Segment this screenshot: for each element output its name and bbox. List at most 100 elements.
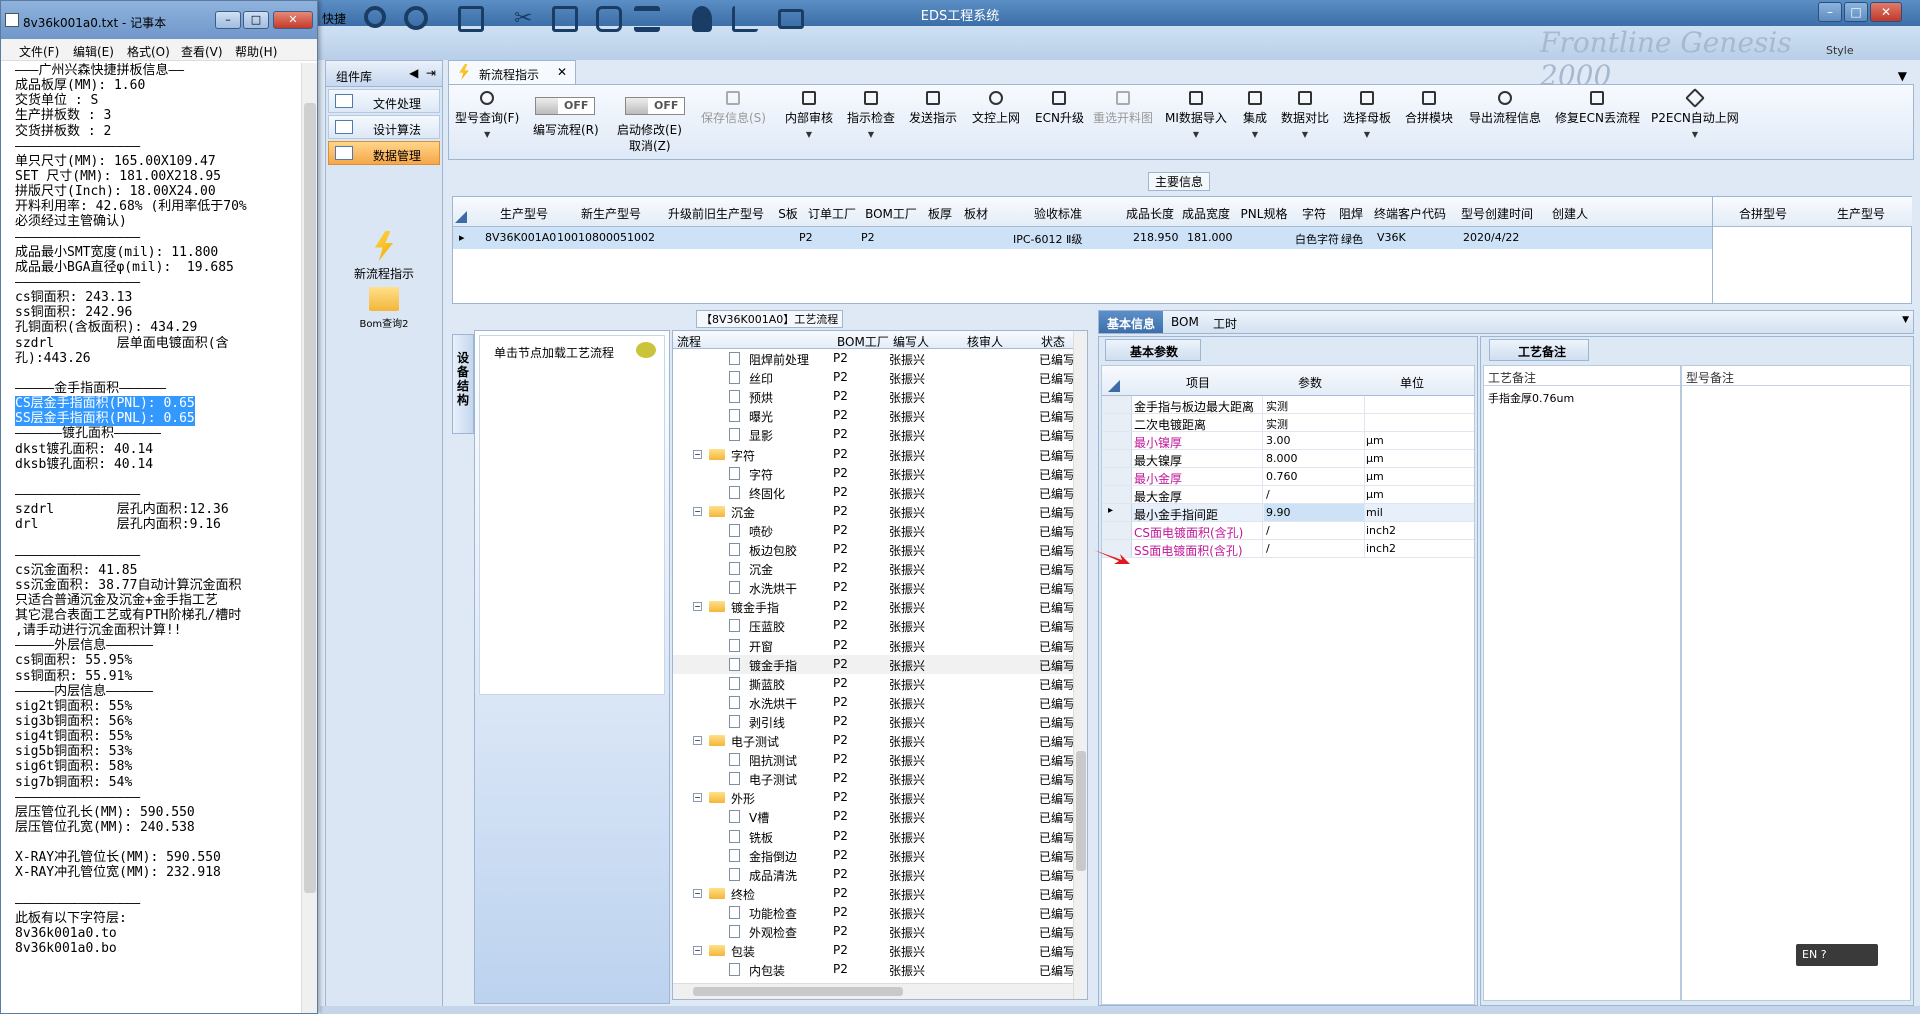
data-compare-button[interactable]: 数据对比 ▼ <box>1281 91 1329 139</box>
menu-view[interactable]: 查看(V) <box>181 43 223 60</box>
remark-text[interactable]: 手指金厚0.76um <box>1484 386 1680 410</box>
collapse-icon[interactable]: − <box>693 506 702 516</box>
film-icon[interactable] <box>552 6 578 32</box>
tree-row[interactable]: 撕蓝胶 P2 张振兴 已编写 <box>673 674 1075 693</box>
tree-row[interactable]: 外观检查 P2 张振兴 已编写 <box>673 922 1075 941</box>
column-header[interactable]: 单位 <box>1400 374 1424 391</box>
monitor-icon[interactable] <box>778 9 804 29</box>
param-row[interactable]: 最小金厚 0.760 μm <box>1102 468 1474 486</box>
library-item-file-processing[interactable]: 文件处理 <box>328 89 440 113</box>
column-header[interactable]: BOM工厂 <box>861 205 921 222</box>
menu-format[interactable]: 格式(O) <box>127 43 170 60</box>
tree-row[interactable]: − 包装 P2 张振兴 已编写 <box>673 941 1075 960</box>
search-icon[interactable] <box>364 6 386 28</box>
tree-row[interactable]: 开窗 P2 张振兴 已编写 <box>673 636 1075 655</box>
close-button[interactable]: ✕ <box>273 11 313 29</box>
tab-basic-info[interactable]: 基本信息 <box>1099 311 1164 333</box>
tree-row[interactable]: − 电子测试 P2 张振兴 已编写 <box>673 731 1075 750</box>
p2ecn-auto-online-button[interactable]: P2ECN自动上网 ▼ <box>1651 88 1739 139</box>
column-header[interactable]: 生产型号 <box>491 205 557 222</box>
collapse-icon[interactable]: − <box>693 736 702 745</box>
menu-help[interactable]: 帮助(H) <box>235 43 277 60</box>
tab-process-remarks[interactable]: 工艺备注 <box>1489 339 1589 361</box>
column-header[interactable]: 成品长度 <box>1123 205 1177 222</box>
tree-row[interactable]: 剥引线 P2 张振兴 已编写 <box>673 712 1075 731</box>
column-header[interactable]: 项目 <box>1186 374 1210 391</box>
chevron-down-icon[interactable]: ▼ <box>1902 315 1909 325</box>
start-edit-toggle[interactable]: OFF <box>625 97 685 115</box>
column-header[interactable]: S板 <box>771 205 805 222</box>
table-cell[interactable]: 8V36K001A0 <box>485 231 556 244</box>
column-header[interactable]: 新生产型号 <box>563 205 659 222</box>
tree-row[interactable]: − 字符 P2 张振兴 已编写 <box>673 445 1075 464</box>
collapse-icon[interactable]: − <box>693 602 702 612</box>
tree-row[interactable]: 内包装 P2 张振兴 已编写 <box>673 960 1075 979</box>
column-header[interactable]: 终端客户代码 <box>1369 205 1451 222</box>
column-header[interactable]: 编写人 <box>893 333 929 350</box>
row-header[interactable] <box>1102 432 1132 449</box>
tree-row[interactable]: 曝光 P2 张振兴 已编写 <box>673 406 1075 425</box>
param-value[interactable]: 实测 <box>1266 416 1288 432</box>
tree-row[interactable]: 终固化 P2 张振兴 已编写 <box>673 483 1075 502</box>
param-value[interactable]: 3.00 <box>1266 434 1291 447</box>
column-header[interactable]: 验收标准 <box>998 205 1118 222</box>
chevron-down-icon[interactable]: ▼ <box>1898 69 1907 83</box>
tab-basic-params[interactable]: 基本参数 <box>1105 339 1201 361</box>
mi-import-button[interactable]: MI数据导入 ▼ <box>1165 91 1227 139</box>
column-header[interactable]: 合拼型号 <box>1739 205 1787 222</box>
tree-row[interactable]: 沉金 P2 张振兴 已编写 <box>673 559 1075 578</box>
column-header[interactable]: 生产型号 <box>1837 205 1885 222</box>
param-value[interactable]: / <box>1266 488 1270 501</box>
row-header[interactable] <box>1102 396 1132 413</box>
model-query-button[interactable]: 型号查询(F) ▼ <box>455 91 519 139</box>
param-value[interactable]: 0.760 <box>1266 470 1298 483</box>
table-row[interactable]: ▸ 8V36K001A0 10010800051002 P2 P2 IPC-60… <box>453 227 1713 249</box>
select-mother-board-button[interactable]: 选择母板 ▼ <box>1343 91 1391 139</box>
param-row[interactable]: 金手指与板边最大距离 实测 <box>1102 396 1474 414</box>
param-value[interactable]: 8.000 <box>1266 452 1298 465</box>
column-header[interactable]: 参数 <box>1298 374 1322 391</box>
tree-row[interactable]: 阻焊前处理 P2 张振兴 已编写 <box>673 349 1075 368</box>
close-icon[interactable]: ✕ <box>557 65 567 79</box>
write-process-toggle[interactable]: OFF <box>535 97 595 115</box>
tool-bom-query[interactable]: Bom查询2 <box>326 287 442 330</box>
export-process-button[interactable]: 导出流程信息 <box>1469 91 1541 126</box>
column-header[interactable]: 型号创建时间 <box>1453 205 1541 222</box>
table-cell[interactable]: 白色字符 <box>1295 231 1339 247</box>
collapse-icon[interactable]: − <box>693 449 702 459</box>
param-value[interactable]: / <box>1266 542 1270 555</box>
horizontal-scrollbar[interactable] <box>673 983 1073 999</box>
table-cell[interactable]: 10010800051002 <box>557 231 655 244</box>
send-instruction-button[interactable]: 发送指示 <box>909 91 957 126</box>
row-header[interactable]: ▸ <box>1102 504 1132 521</box>
param-value[interactable]: 9.90 <box>1264 504 1364 521</box>
param-value[interactable]: 实测 <box>1266 398 1288 414</box>
tree-row[interactable]: − 终检 P2 张振兴 已编写 <box>673 884 1075 903</box>
param-value[interactable]: / <box>1266 524 1270 537</box>
row-header[interactable] <box>1102 486 1132 503</box>
column-header[interactable]: 流程 <box>677 333 701 350</box>
column-header[interactable]: 字符 <box>1295 205 1333 222</box>
maximize-button[interactable]: □ <box>1844 2 1868 22</box>
menu-file[interactable]: 文件(F) <box>19 43 59 60</box>
chart-icon[interactable] <box>732 6 758 32</box>
tree-row[interactable]: 喷砂 P2 张振兴 已编写 <box>673 521 1075 540</box>
table-cell[interactable]: P2 <box>861 231 875 244</box>
tab-work-hours[interactable]: 工时 <box>1205 311 1245 333</box>
model-remark-box[interactable]: 型号备注 <box>1681 365 1911 1001</box>
reselect-cutting-button[interactable]: 重选开料图 <box>1093 91 1153 126</box>
param-row[interactable]: 二次电镀距离 实测 <box>1102 414 1474 432</box>
tree-row[interactable]: 丝印 P2 张振兴 已编写 <box>673 368 1075 387</box>
user-icon[interactable] <box>692 6 712 32</box>
param-row[interactable]: ▸ 最小金手指间距 9.90 mil <box>1102 504 1474 522</box>
tree-row[interactable]: 铣板 P2 张振兴 已编写 <box>673 827 1075 846</box>
library-item-design-algorithm[interactable]: 设计算法 <box>328 115 440 139</box>
doc-control-online-button[interactable]: 文控上网 <box>972 91 1020 126</box>
ime-indicator[interactable]: EN ? <box>1796 944 1878 966</box>
tree-row[interactable]: 阻抗测试 P2 张振兴 已编写 <box>673 750 1075 769</box>
row-header[interactable] <box>1102 522 1132 539</box>
tree-row[interactable]: 镀金手指 P2 张振兴 已编写 <box>673 654 1075 674</box>
repair-ecn-button[interactable]: 修复ECN丢流程 <box>1555 91 1640 126</box>
tree-row[interactable]: 字符 P2 张振兴 已编写 <box>673 464 1075 483</box>
tab-new-process[interactable]: 新流程指示 ✕ <box>448 60 576 84</box>
